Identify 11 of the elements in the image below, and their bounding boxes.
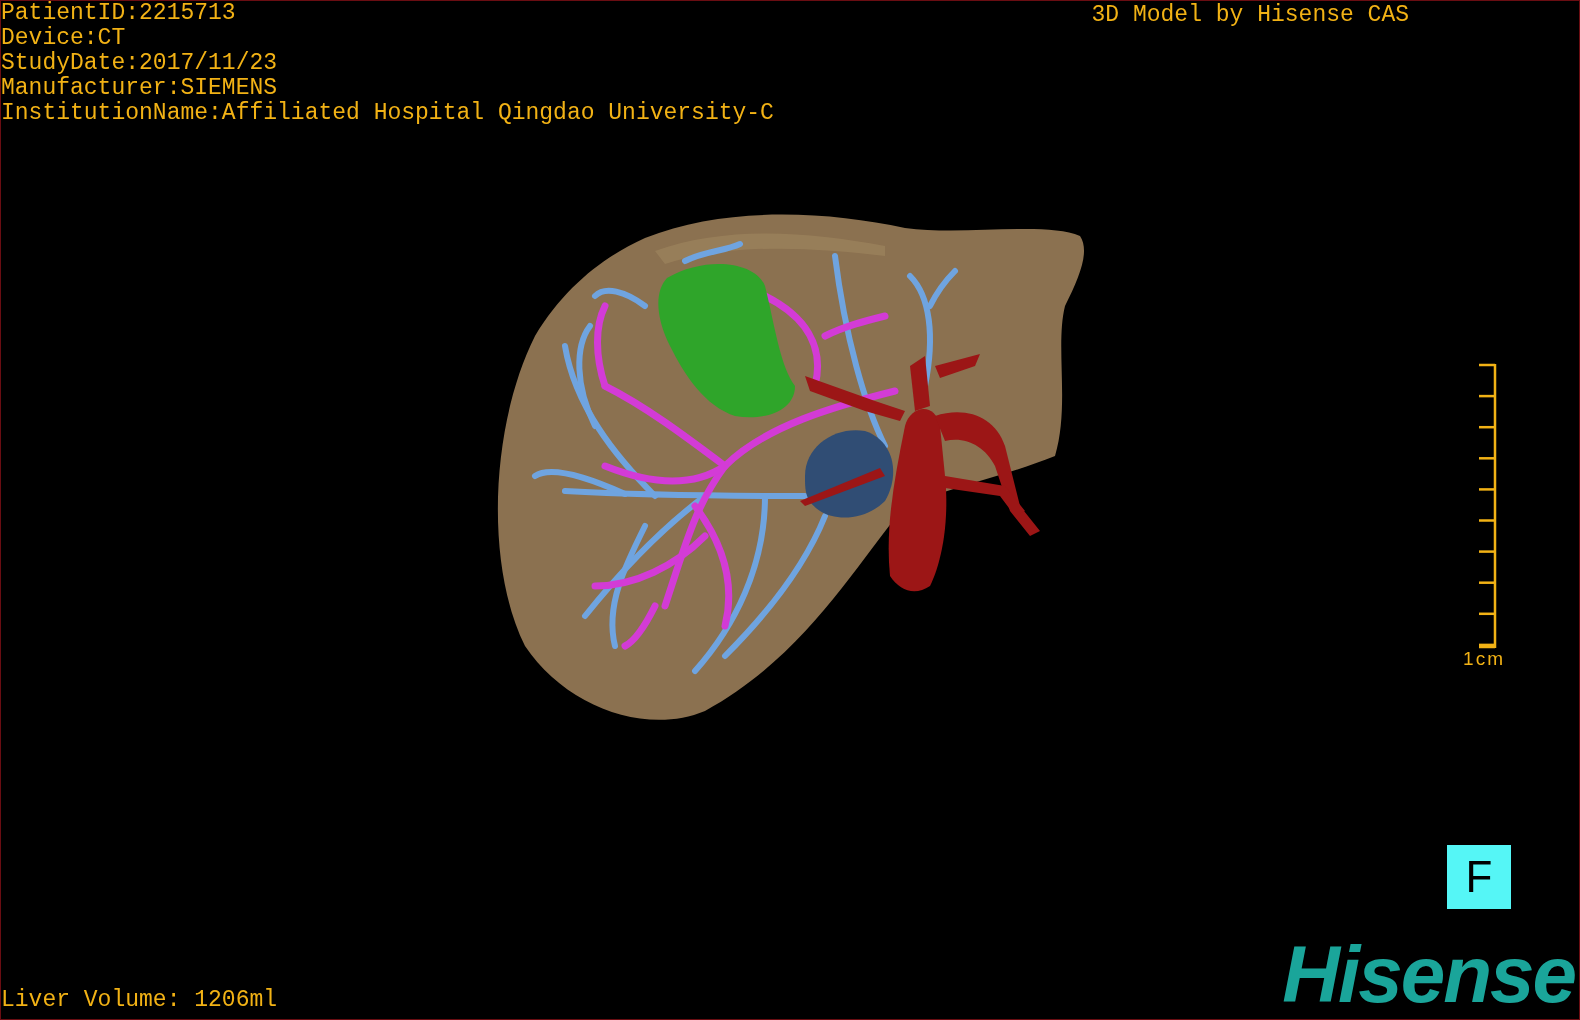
patient-info-line: InstitutionName:Affiliated Hospital Qingdao University-C [1, 101, 774, 126]
patient-info-line: Manufacturer:SIEMENS [1, 76, 279, 101]
scale-bar-icon [1479, 362, 1497, 649]
patient-info-line: StudyDate:2017/11/23 [1, 51, 279, 76]
orientation-button[interactable]: F [1447, 845, 1511, 909]
scale-label: 1cm [1463, 648, 1505, 669]
liver-volume: Liver Volume: 1206ml [1, 988, 278, 1015]
model-credit: 3D Model by Hisense CAS [1091, 1, 1409, 30]
patient-info-line: Device:CT [1, 26, 127, 51]
patient-info-line: PatientID:2215713 [1, 1, 237, 26]
brand-logo: Hisense [1282, 939, 1576, 1019]
